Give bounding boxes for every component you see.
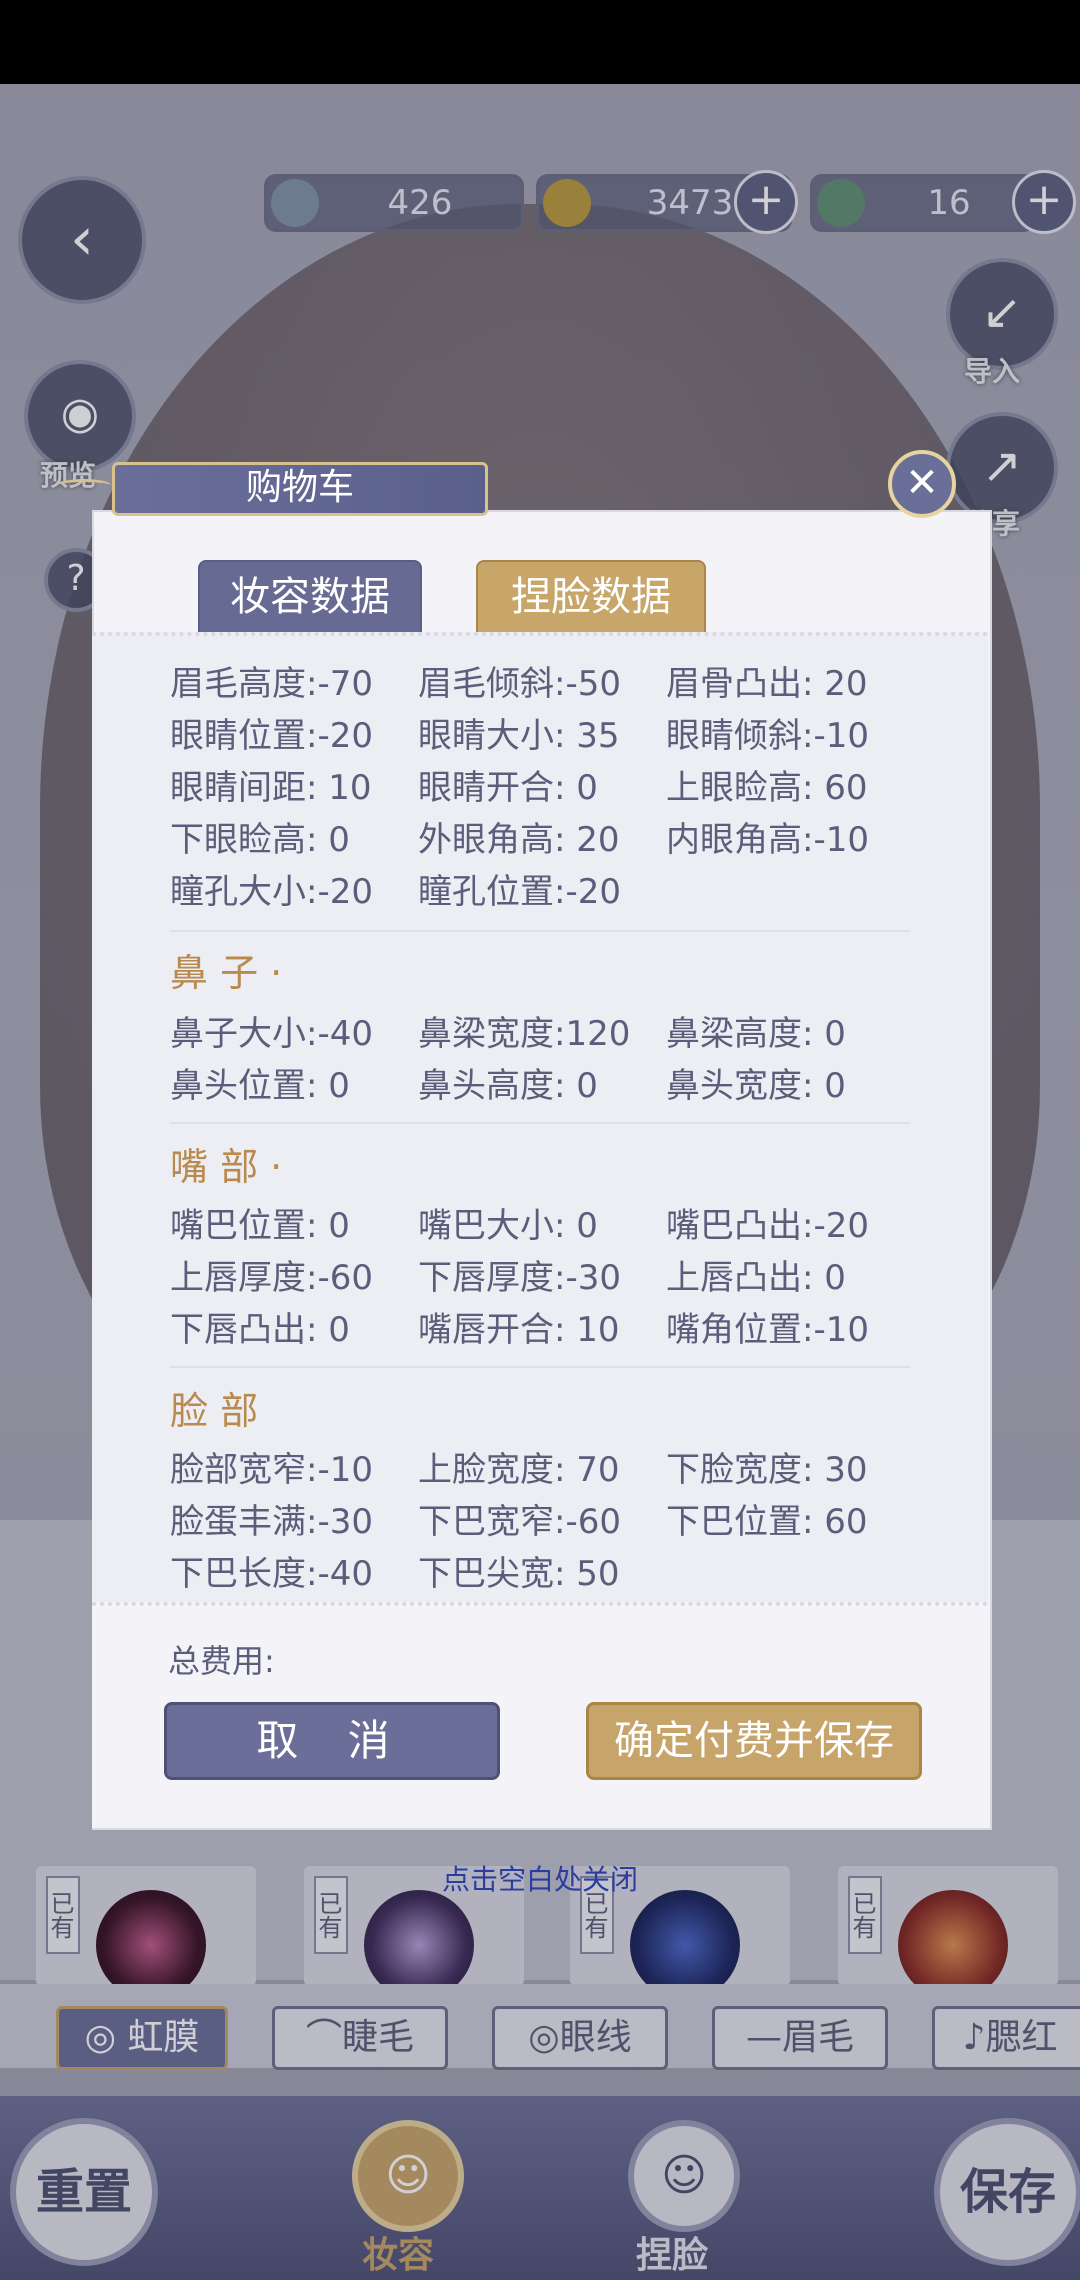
section-title-mouth: 嘴 部 · bbox=[170, 1145, 283, 1189]
close-button[interactable]: ✕ bbox=[888, 450, 956, 518]
data-row: 眼睛间距: 10 眼睛开合: 0 上眼睑高: 60 bbox=[170, 768, 868, 808]
data-row: 鼻头位置: 0 鼻头高度: 0 鼻头宽度: 0 bbox=[170, 1066, 846, 1106]
data-row: 嘴巴位置: 0 嘴巴大小: 0 嘴巴凸出:-20 bbox=[170, 1206, 869, 1246]
data-row: 鼻子大小:-40 鼻梁宽度:120 鼻梁高度: 0 bbox=[170, 1014, 846, 1054]
status-bar bbox=[0, 0, 1080, 84]
data-row: 下巴长度:-40 下巴尖宽: 50 bbox=[170, 1554, 620, 1594]
tab-makeup-data[interactable]: 妆容数据 bbox=[198, 560, 422, 634]
cart-title: 购物车 bbox=[57, 462, 488, 516]
data-row: 下唇凸出: 0 嘴唇开合: 10 嘴角位置:-10 bbox=[170, 1310, 869, 1350]
data-row: 瞳孔大小:-20 瞳孔位置:-20 bbox=[170, 872, 621, 912]
data-row: 下眼睑高: 0 外眼角高: 20 内眼角高:-10 bbox=[170, 820, 869, 860]
face-data-list: 眉毛高度:-70 眉毛倾斜:-50 眉骨凸出: 20 眼睛位置:-20 眼睛大小… bbox=[92, 632, 988, 1606]
close-icon: ✕ bbox=[905, 460, 939, 506]
section-title-nose: 鼻 子 · bbox=[170, 951, 283, 995]
close-hint: 点击空白处关闭 bbox=[441, 1863, 638, 1896]
tab-face-data[interactable]: 捏脸数据 bbox=[476, 560, 706, 634]
data-row: 眉毛高度:-70 眉毛倾斜:-50 眉骨凸出: 20 bbox=[170, 664, 868, 704]
data-row: 眼睛位置:-20 眼睛大小: 35 眼睛倾斜:-10 bbox=[170, 716, 869, 756]
total-cost-label: 总费用: bbox=[168, 1642, 275, 1680]
data-row: 脸部宽窄:-10 上脸宽度: 70 下脸宽度: 30 bbox=[170, 1450, 868, 1490]
confirm-pay-save-button[interactable]: 确定付费并保存 bbox=[586, 1702, 922, 1780]
divider bbox=[170, 930, 910, 932]
data-row: 上唇厚度:-60 下唇厚度:-30 上唇凸出: 0 bbox=[170, 1258, 846, 1298]
divider bbox=[170, 1366, 910, 1368]
cancel-button[interactable]: 取 消 bbox=[164, 1702, 500, 1780]
section-title-face: 脸 部 bbox=[170, 1389, 259, 1433]
divider bbox=[170, 1122, 910, 1124]
data-row: 脸蛋丰满:-30 下巴宽窄:-60 下巴位置: 60 bbox=[170, 1502, 868, 1542]
